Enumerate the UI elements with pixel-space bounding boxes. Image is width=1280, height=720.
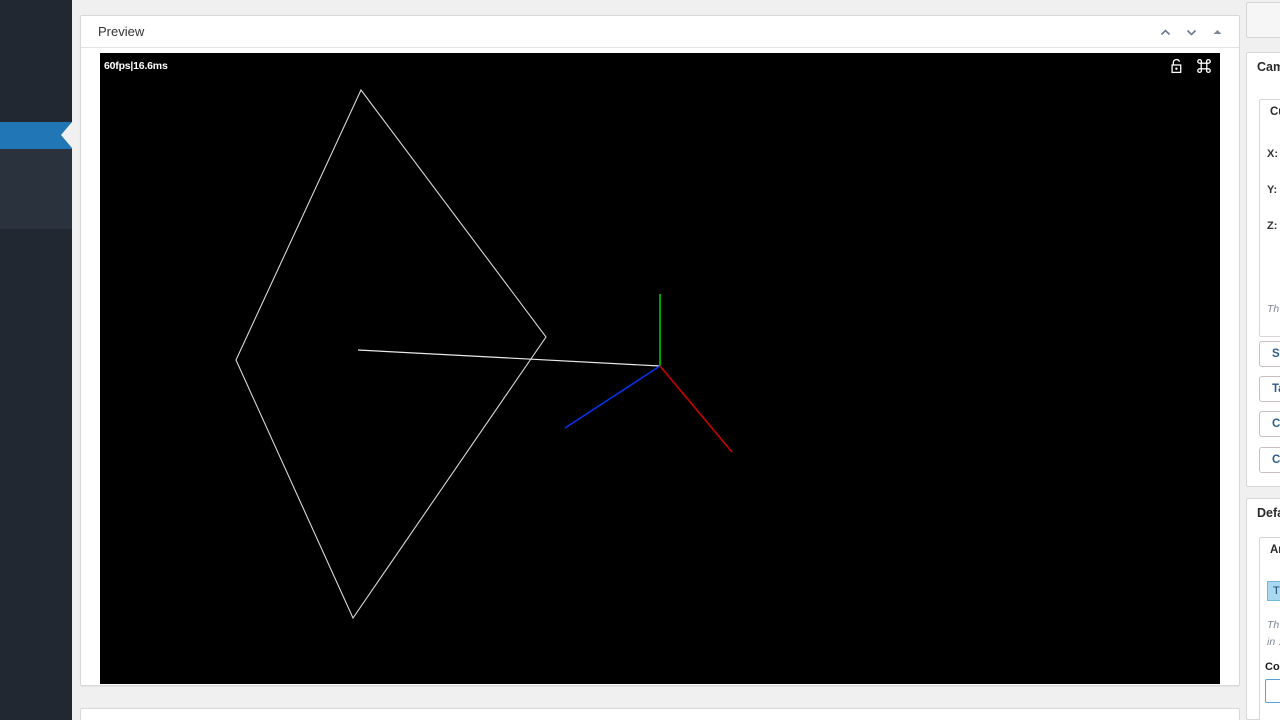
gizmo-x-axis [659,365,733,453]
current-position-group: Cu… [1259,99,1280,337]
chevron-up-icon[interactable] [1155,22,1175,42]
camera-card-title: Cam… [1257,60,1280,74]
left-sidebar: …ments …enes …cene …arance …as …gs …se m… [0,0,72,720]
start-button[interactable]: Sta… [1259,341,1280,367]
lock-icon[interactable] [1169,58,1184,74]
sidebar-item-settings[interactable]: …gs [0,329,72,356]
preview-panel-header: Preview [81,16,1239,48]
panel-header-controls [1155,16,1227,48]
target-button[interactable]: Tar… [1259,376,1280,402]
sidebar-item-documents[interactable]: …ments [0,95,72,122]
animation-title: An… [1270,544,1280,556]
defaults-note-line1: Th… [1267,619,1280,631]
sidebar-item-scenes[interactable]: …enes [0,122,72,149]
gizmo-z-axis [564,365,661,429]
copy-button[interactable]: Co… [1259,447,1280,473]
color-label: Co… [1265,661,1280,673]
defaults-card: Defa… An… T… Th… in … Co… [1246,498,1280,720]
camera-card: Cam… Cu… X: Y: Z: Th… Sta… Tar… Cli… Co… [1246,52,1280,487]
camera-note: Th… [1267,303,1280,315]
scene-wireframe [235,88,733,620]
camera-z-label: Z: [1267,220,1278,232]
defaults-note-line2: in … [1267,636,1280,648]
panel-title: Preview [98,24,145,39]
chevron-down-icon[interactable] [1181,22,1201,42]
sidebar-subsection-scene[interactable]: …cene [0,149,72,229]
fps-overlay: 60fps|16.6ms [104,60,168,72]
wireframe-edge-line [357,349,661,367]
sidebar-item-areas[interactable]: …as [0,246,72,273]
viewport-tool-icons [1169,58,1212,74]
clip-button[interactable]: Cli… [1259,411,1280,437]
defaults-card-title: Defa… [1257,506,1280,520]
top-blank-card [1246,2,1280,38]
sidebar-item-appearance[interactable]: …arance [0,218,72,245]
collapse-triangle-icon[interactable] [1207,22,1227,42]
wireframe-polygon [235,88,547,620]
right-panel-rail: Cam… Cu… X: Y: Z: Th… Sta… Tar… Cli… Co…… [1240,0,1280,720]
color-input[interactable] [1265,679,1280,703]
selected-notch-icon [61,122,72,148]
3d-viewport[interactable]: 60fps|16.6ms [100,53,1220,684]
preview-panel: Preview 60fps|16.6ms [80,15,1240,686]
app-root: …ments …enes …cene …arance …as …gs …se m… [0,0,1280,720]
bottom-panel [80,708,1240,720]
camera-y-label: Y: [1267,184,1278,196]
current-position-title: Cu… [1270,106,1280,118]
sidebar-item-close-menu[interactable]: …se menu [0,357,72,384]
camera-x-label: X: [1267,148,1278,160]
animation-selected-option[interactable]: T… [1267,581,1280,601]
command-grid-icon[interactable] [1196,58,1212,74]
